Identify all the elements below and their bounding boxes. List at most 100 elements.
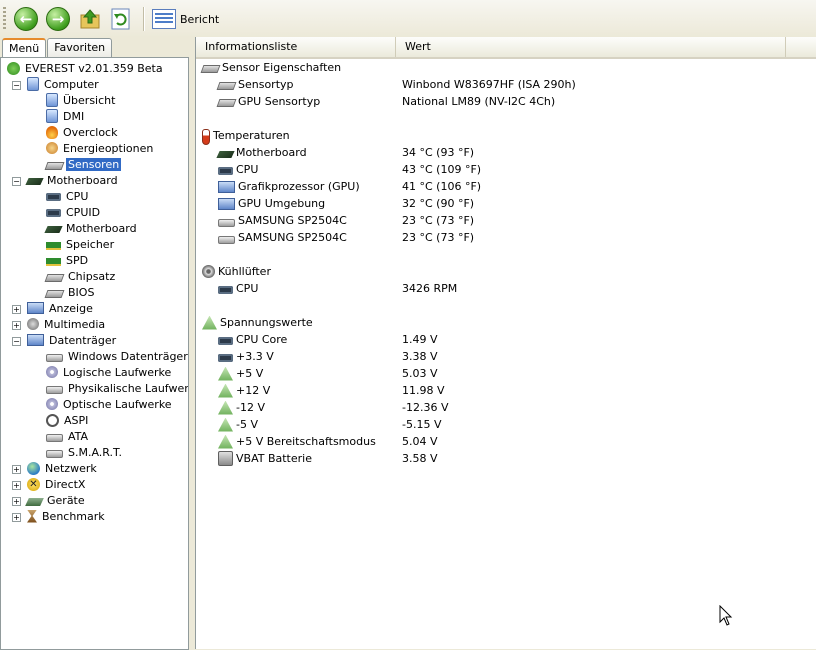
disk-icon bbox=[46, 434, 63, 442]
tree-item-logical-drives[interactable]: Logische Laufwerke bbox=[46, 364, 173, 380]
list-row[interactable]: GPU Sensortyp bbox=[216, 93, 320, 110]
row-label: SAMSUNG SP2504C bbox=[238, 214, 347, 227]
tree-item-cpu[interactable]: CPU bbox=[46, 188, 90, 204]
expand-toggle[interactable]: + bbox=[12, 497, 21, 506]
tree-item-overview[interactable]: Übersicht bbox=[46, 92, 117, 108]
tree-item-multimedia[interactable]: Multimedia bbox=[27, 316, 107, 332]
voltage-icon bbox=[218, 417, 233, 432]
expand-toggle[interactable]: + bbox=[12, 305, 21, 314]
tree-item-label: SPD bbox=[66, 253, 89, 267]
row-label: CPU bbox=[236, 163, 259, 176]
list-row[interactable]: Grafikprozessor (GPU) bbox=[218, 178, 360, 195]
collapse-toggle[interactable]: − bbox=[12, 337, 21, 346]
tab-favorites[interactable]: Favoriten bbox=[47, 38, 113, 58]
collapse-toggle[interactable]: − bbox=[12, 81, 21, 90]
row-label: Sensortyp bbox=[238, 78, 294, 91]
tree-item-storage[interactable]: Datenträger bbox=[27, 332, 118, 348]
list-row[interactable]: +5 V bbox=[218, 365, 263, 382]
list-row[interactable]: +12 V bbox=[218, 382, 270, 399]
tree-item-dmi[interactable]: DMI bbox=[46, 108, 86, 124]
motherboard-icon bbox=[25, 178, 44, 185]
tree-item-network[interactable]: Netzwerk bbox=[27, 460, 99, 476]
tree-item-memory[interactable]: Speicher bbox=[46, 236, 116, 252]
expand-toggle[interactable]: + bbox=[12, 465, 21, 474]
collapse-toggle[interactable]: − bbox=[12, 177, 21, 186]
forward-button[interactable]: → bbox=[45, 6, 71, 32]
list-row[interactable]: Motherboard bbox=[216, 144, 307, 161]
tree-item-directx[interactable]: ✕ DirectX bbox=[27, 476, 87, 492]
tree-item-smart[interactable]: S.M.A.R.T. bbox=[46, 444, 124, 460]
tree-item-label: Netzwerk bbox=[45, 461, 97, 475]
list-row[interactable]: +5 V Bereitschaftsmodus bbox=[218, 433, 376, 450]
group-title: Spannungswerte bbox=[220, 316, 313, 329]
tree-item-label: S.M.A.R.T. bbox=[68, 445, 122, 459]
group-header[interactable]: Temperaturen bbox=[202, 127, 290, 145]
report-icon bbox=[152, 9, 176, 29]
expand-toggle[interactable]: + bbox=[12, 513, 21, 522]
group-header[interactable]: Sensor Eigenschaften bbox=[200, 59, 341, 76]
tree-item-bios[interactable]: BIOS bbox=[44, 284, 96, 300]
chipset-icon bbox=[44, 273, 65, 282]
tree-item-benchmark[interactable]: Benchmark bbox=[27, 508, 107, 524]
group-header[interactable]: Kühllüfter bbox=[202, 263, 271, 280]
back-button[interactable]: ← bbox=[13, 6, 39, 32]
tree-item-label: Geräte bbox=[47, 493, 85, 507]
toolbar-grip[interactable] bbox=[3, 7, 6, 31]
monitor-icon bbox=[27, 302, 44, 314]
row-value: 32 °C (90 °F) bbox=[402, 197, 475, 210]
tree-item-power-options[interactable]: Energieoptionen bbox=[46, 140, 155, 156]
list-row[interactable]: Sensortyp bbox=[216, 76, 294, 93]
computer-icon bbox=[27, 77, 39, 91]
sensor-icon bbox=[44, 161, 65, 170]
cpu-icon bbox=[218, 353, 233, 362]
menu-tree[interactable]: EVEREST v2.01.359 Beta − Computer Übersi… bbox=[0, 57, 189, 650]
list-row[interactable]: CPU bbox=[218, 280, 258, 297]
list-row[interactable]: -12 V bbox=[218, 399, 265, 416]
tree-item-display[interactable]: Anzeige bbox=[27, 300, 95, 316]
list-row[interactable]: SAMSUNG SP2504C bbox=[218, 229, 347, 246]
tree-item-motherboard[interactable]: Motherboard bbox=[44, 220, 139, 236]
list-row[interactable]: +3.3 V bbox=[218, 348, 274, 365]
row-label: +3.3 V bbox=[236, 350, 274, 363]
row-label: CPU Core bbox=[236, 333, 288, 346]
tree-item-physical-drives[interactable]: Physikalische Laufwerke bbox=[46, 380, 188, 396]
tree-item-label: DMI bbox=[63, 109, 85, 123]
list-row[interactable]: SAMSUNG SP2504C bbox=[218, 212, 347, 229]
tree-item-windows-storage[interactable]: Windows Datenträger bbox=[46, 348, 188, 364]
tree-item-ata[interactable]: ATA bbox=[46, 428, 90, 444]
list-row[interactable]: VBAT Batterie bbox=[218, 450, 312, 467]
tree-item-label: Speicher bbox=[66, 237, 115, 251]
tree-item-computer[interactable]: Computer bbox=[27, 76, 101, 92]
row-value: Winbond W83697HF (ISA 290h) bbox=[402, 78, 576, 91]
tree-item-chipset[interactable]: Chipsatz bbox=[44, 268, 117, 284]
report-button-label: Bericht bbox=[180, 12, 220, 26]
tree-item-cpuid[interactable]: CPUID bbox=[46, 204, 102, 220]
tree-item-overclock[interactable]: Overclock bbox=[46, 124, 119, 140]
row-label: SAMSUNG SP2504C bbox=[238, 231, 347, 244]
up-button[interactable] bbox=[77, 6, 103, 32]
optical-disc-icon bbox=[46, 398, 58, 410]
list-row[interactable]: GPU Umgebung bbox=[218, 195, 325, 212]
list-row[interactable]: CPU Core bbox=[218, 331, 287, 348]
refresh-button[interactable] bbox=[108, 6, 134, 32]
list-row[interactable]: -5 V bbox=[218, 416, 258, 433]
report-button[interactable]: Bericht bbox=[152, 6, 219, 32]
tree-item-optical-drives[interactable]: Optische Laufwerke bbox=[46, 396, 174, 412]
panel-tabs: Menü Favoriten bbox=[2, 38, 113, 60]
forward-arrow-icon: → bbox=[46, 7, 70, 31]
group-header[interactable]: Spannungswerte bbox=[202, 314, 313, 331]
tree-item-devices[interactable]: Geräte bbox=[25, 492, 87, 508]
tree-root[interactable]: EVEREST v2.01.359 Beta bbox=[7, 60, 165, 76]
expand-toggle[interactable]: + bbox=[12, 481, 21, 490]
column-header-info[interactable]: Informationsliste bbox=[196, 37, 396, 57]
row-value: 23 °C (73 °F) bbox=[402, 231, 475, 244]
cpu-icon bbox=[46, 209, 61, 217]
tree-item-spd[interactable]: SPD bbox=[46, 252, 90, 268]
expand-toggle[interactable]: + bbox=[12, 321, 21, 330]
tree-item-sensors[interactable]: Sensoren bbox=[44, 156, 122, 172]
list-row[interactable]: CPU bbox=[218, 161, 258, 178]
tree-item-motherboard-group[interactable]: Motherboard bbox=[25, 172, 120, 188]
column-header-value[interactable]: Wert bbox=[396, 37, 786, 57]
sensor-icon bbox=[200, 65, 221, 73]
tree-item-aspi[interactable]: ASPI bbox=[46, 412, 90, 428]
